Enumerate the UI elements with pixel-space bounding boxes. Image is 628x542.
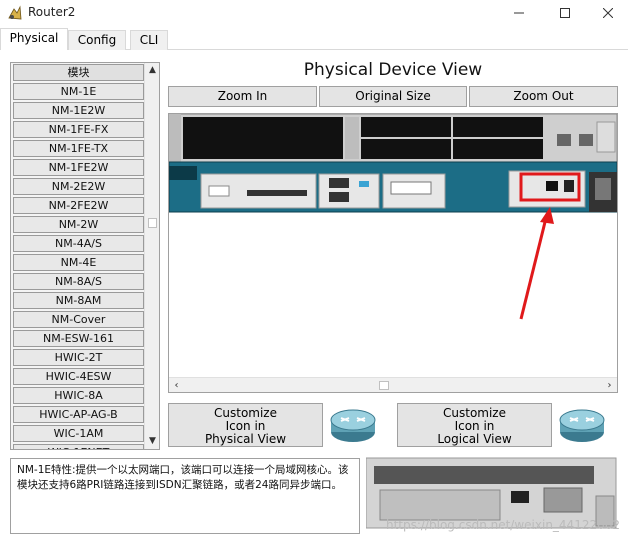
- customize-physical-line-3: Physical View: [204, 432, 287, 446]
- close-button[interactable]: [588, 0, 628, 26]
- module-list-item[interactable]: WIC-1ENET: [13, 444, 144, 449]
- device-view-canvas: ‹ ›: [168, 113, 618, 393]
- hscroll-thumb[interactable]: [379, 381, 389, 390]
- module-list-scrollbar[interactable]: ▲ ▼: [144, 63, 159, 449]
- scroll-thumb[interactable]: [148, 218, 157, 228]
- maximize-icon: [560, 8, 570, 18]
- module-list-item[interactable]: NM-ESW-161: [13, 330, 144, 347]
- watermark: https://blog.csdn.net/weixin_44122062: [385, 518, 620, 532]
- module-description: NM-1E特性:提供一个以太网端口，该端口可以连接一个局域网核心。该模块还支持6…: [10, 458, 360, 534]
- minimize-icon: [514, 12, 524, 14]
- zoom-in-button[interactable]: Zoom In: [168, 86, 317, 107]
- title-bar: Router2: [0, 0, 628, 26]
- module-list-item[interactable]: NM-8A/S: [13, 273, 144, 290]
- customize-logical-icon-button[interactable]: Customize Icon in Logical View: [397, 403, 552, 447]
- scroll-up-icon[interactable]: ▲: [145, 63, 159, 78]
- module-list-panel: 模块 NM-1E NM-1E2W NM-1FE-FX NM-1FE-TX NM-1FE2…: [10, 62, 160, 450]
- physical-device-view-title: Physical Device View: [303, 60, 483, 80]
- router-physical-icon: [330, 409, 376, 442]
- module-list-item[interactable]: NM-1FE2W: [13, 159, 144, 176]
- module-list-item[interactable]: NM-2W: [13, 216, 144, 233]
- maximize-button[interactable]: [542, 0, 588, 26]
- scroll-down-icon[interactable]: ▼: [145, 434, 159, 449]
- module-list-item[interactable]: NM-4E: [13, 254, 144, 271]
- customize-physical-icon-button[interactable]: Customize Icon in Physical View: [168, 403, 323, 447]
- module-list-item[interactable]: HWIC-2T: [13, 349, 144, 366]
- annotation-arrow: [519, 213, 549, 320]
- router-chassis-image: [169, 114, 617, 320]
- customize-logical-line-3: Logical View: [437, 432, 512, 446]
- window-title: Router2: [28, 5, 76, 19]
- module-list-item[interactable]: NM-4A/S: [13, 235, 144, 252]
- module-list-item[interactable]: NM-2FE2W: [13, 197, 144, 214]
- tab-physical[interactable]: Physical: [0, 28, 68, 50]
- module-list-item[interactable]: NM-8AM: [13, 292, 144, 309]
- module-list-item[interactable]: NM-1E: [13, 83, 144, 100]
- router-logical-icon: [559, 409, 605, 442]
- app-icon: [8, 5, 22, 20]
- module-list-item[interactable]: NM-1E2W: [13, 102, 144, 119]
- tab-config[interactable]: Config: [68, 30, 126, 50]
- tab-bar: Physical Config CLI: [0, 28, 628, 50]
- module-list-item[interactable]: HWIC-AP-AG-B: [13, 406, 144, 423]
- module-list-item[interactable]: NM-Cover: [13, 311, 144, 328]
- module-list-item[interactable]: NM-2E2W: [13, 178, 144, 195]
- module-list-item[interactable]: NM-1FE-TX: [13, 140, 144, 157]
- minimize-button[interactable]: [496, 0, 542, 26]
- tab-cli[interactable]: CLI: [130, 30, 168, 50]
- close-icon: [603, 8, 613, 18]
- device-view-hscrollbar[interactable]: ‹ ›: [169, 377, 617, 392]
- scroll-right-icon[interactable]: ›: [602, 378, 617, 392]
- module-list-header: 模块: [13, 64, 144, 81]
- original-size-button[interactable]: Original Size: [319, 86, 467, 107]
- module-list-item[interactable]: NM-1FE-FX: [13, 121, 144, 138]
- scroll-left-icon[interactable]: ‹: [169, 378, 184, 392]
- module-list-item[interactable]: WIC-1AM: [13, 425, 144, 442]
- module-list: 模块 NM-1E NM-1E2W NM-1FE-FX NM-1FE-TX NM-1FE2…: [13, 64, 144, 449]
- module-list-item[interactable]: HWIC-8A: [13, 387, 144, 404]
- zoom-out-button[interactable]: Zoom Out: [469, 86, 618, 107]
- module-list-item[interactable]: HWIC-4ESW: [13, 368, 144, 385]
